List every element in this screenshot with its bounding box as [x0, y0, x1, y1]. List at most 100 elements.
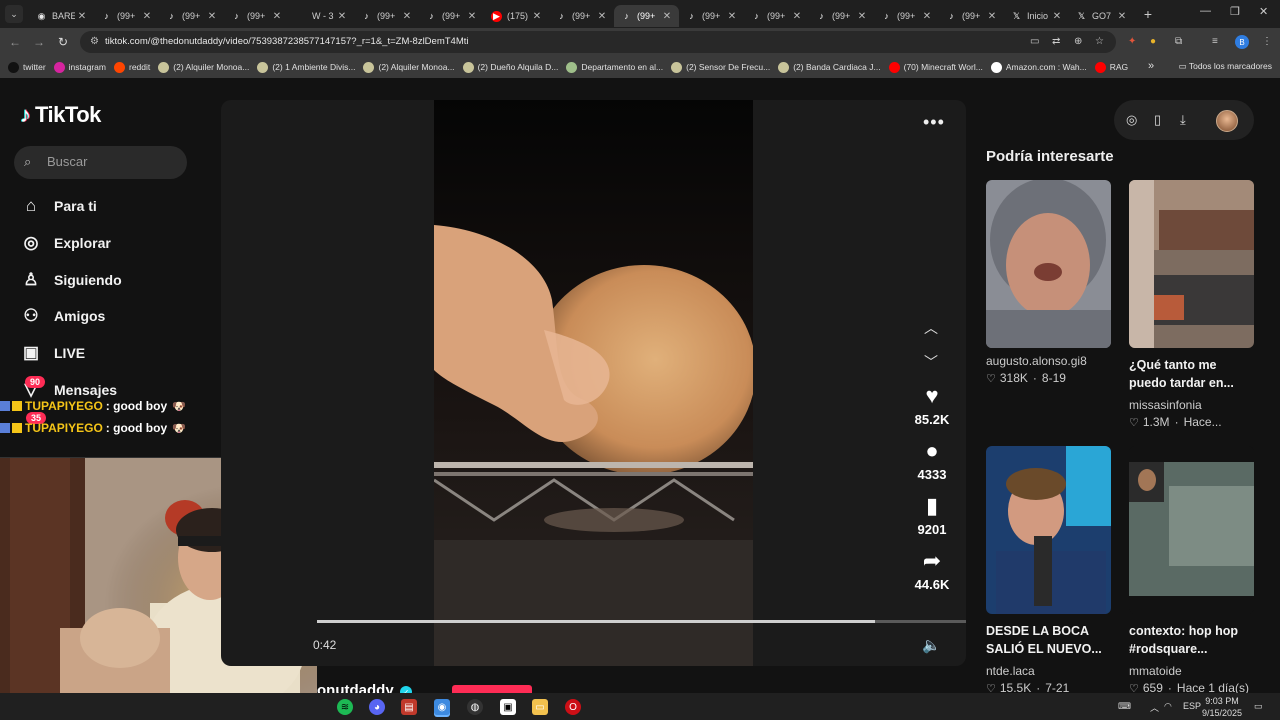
keyboard-icon[interactable]: ⌨: [1118, 701, 1131, 712]
close-tab-icon[interactable]: ✕: [270, 11, 284, 22]
omnibox[interactable]: ⚙ tiktok.com/@thedonutdaddy/video/753938…: [80, 31, 1116, 53]
bookmark-icon[interactable]: ▮: [906, 492, 958, 520]
suggestion-card[interactable]: contexto: hop hop #rodsquare... mmatoide…: [1129, 446, 1254, 695]
chrome-icon[interactable]: ◉: [434, 699, 450, 715]
close-tab-icon[interactable]: ✕: [1050, 11, 1064, 22]
bookmark-item[interactable]: Amazon.com : Wah...: [990, 61, 1087, 73]
volume-icon[interactable]: 🔈: [922, 636, 941, 654]
close-tab-icon[interactable]: ✕: [660, 11, 674, 22]
share-action[interactable]: ➦ 44.6K: [906, 547, 958, 592]
search-box[interactable]: ⌕: [14, 146, 187, 179]
more-options-icon[interactable]: •••: [923, 112, 945, 133]
browser-tab[interactable]: ♪ (99+ ✕: [614, 5, 679, 27]
network-icon[interactable]: ◠: [1164, 701, 1172, 712]
browser-tab[interactable]: ◉ BARE ✕: [29, 5, 94, 27]
search-input[interactable]: [47, 154, 177, 169]
download-icon[interactable]: ⤓: [1180, 112, 1186, 128]
suggestion-card[interactable]: augusto.alonso.gi8 ♡ 318K · 8-19: [986, 180, 1111, 385]
close-tab-icon[interactable]: ✕: [465, 11, 479, 22]
suggestion-card[interactable]: DESDE LA BOCA SALIÓ EL NUEVO... ntde.lac…: [986, 446, 1111, 695]
browser-tab[interactable]: 𝕏 GO7 ✕: [1069, 5, 1134, 27]
extensions-icon[interactable]: ⧉: [1175, 36, 1182, 47]
compass-icon[interactable]: ◎: [1126, 112, 1137, 128]
close-tab-icon[interactable]: ✕: [335, 11, 349, 22]
browser-tab[interactable]: ♪ (99+ ✕: [874, 5, 939, 27]
app-icon[interactable]: ▣: [500, 699, 516, 715]
suggestion-author[interactable]: mmatoide: [1129, 664, 1254, 678]
comment-icon[interactable]: ●: [906, 437, 958, 465]
media-controls-icon[interactable]: ≡: [1212, 36, 1218, 47]
suggestion-title[interactable]: ¿Qué tanto me puedo tardar en...: [1129, 356, 1254, 392]
close-tab-icon[interactable]: ✕: [985, 11, 999, 22]
close-tab-icon[interactable]: ✕: [205, 11, 219, 22]
nav-item-siguiendo[interactable]: ♙ Siguiendo: [20, 269, 121, 291]
close-tab-icon[interactable]: ✕: [595, 11, 609, 22]
discord-icon[interactable]: ◕: [369, 699, 385, 715]
video-progress-bar[interactable]: [317, 620, 966, 623]
clock[interactable]: 9:03 PM 9/15/2025: [1202, 696, 1242, 719]
app-icon[interactable]: ◍: [467, 699, 483, 715]
bookmark-item[interactable]: instagram: [53, 61, 106, 73]
forward-icon[interactable]: →: [27, 35, 51, 49]
nav-item-amigos[interactable]: ⚇ Amigos: [20, 305, 105, 327]
tiktok-logo[interactable]: ♪ TikTok: [20, 102, 101, 128]
previous-video-icon[interactable]: ︿: [924, 318, 938, 338]
browser-tab[interactable]: ▶ (175) ✕: [484, 5, 549, 27]
bookmark-item[interactable]: Departamento en al...: [566, 61, 663, 73]
close-tab-icon[interactable]: ✕: [140, 11, 154, 22]
file-explorer-icon[interactable]: ▭: [532, 699, 548, 715]
close-tab-icon[interactable]: ✕: [790, 11, 804, 22]
site-info-icon[interactable]: ⚙: [90, 36, 99, 47]
video-frame[interactable]: [434, 100, 753, 666]
heart-action[interactable]: ♥ 85.2K: [906, 382, 958, 427]
back-icon[interactable]: ←: [3, 35, 27, 49]
close-tab-icon[interactable]: ✕: [400, 11, 414, 22]
profile-icon[interactable]: B: [1235, 35, 1249, 49]
extension-icon[interactable]: ✦: [1128, 36, 1136, 47]
nav-item-para-ti[interactable]: ⌂ Para ti: [20, 195, 97, 217]
close-window-icon[interactable]: ✕: [1259, 5, 1268, 18]
close-tab-icon[interactable]: ✕: [725, 11, 739, 22]
device-icon[interactable]: ▯: [1154, 112, 1161, 128]
notifications-icon[interactable]: ▭: [1254, 701, 1263, 712]
suggestion-thumbnail[interactable]: [986, 446, 1111, 614]
bookmark-item[interactable]: (2) Alquiler Monoa...: [363, 61, 455, 73]
browser-tab[interactable]: ♪ (99+ ✕: [939, 5, 1004, 27]
app-icon[interactable]: ▤: [401, 699, 417, 715]
browser-tab[interactable]: ♪ (99+ ✕: [419, 5, 484, 27]
bookmark-item[interactable]: (2) Sensor De Frecu...: [671, 61, 770, 73]
close-tab-icon[interactable]: ✕: [530, 11, 544, 22]
menu-kebab-icon[interactable]: ⋮: [1262, 36, 1272, 47]
tray-up-icon[interactable]: ︿: [1150, 701, 1159, 714]
lang-indicator[interactable]: ESP: [1183, 701, 1201, 711]
translate-icon[interactable]: ⇄: [1052, 36, 1060, 47]
suggestion-thumbnail[interactable]: [986, 180, 1111, 348]
close-tab-icon[interactable]: ✕: [920, 11, 934, 22]
browser-tab[interactable]: ♪ (99+ ✕: [94, 5, 159, 27]
bookmark-item[interactable]: (2) Dueño Alquila D...: [462, 61, 558, 73]
bookmark-item[interactable]: (2) Alquiler Monoa...: [158, 61, 249, 73]
suggestion-title[interactable]: contexto: hop hop #rodsquare...: [1129, 622, 1254, 658]
restore-icon[interactable]: ❐: [1230, 5, 1240, 18]
new-tab-button[interactable]: +: [1138, 6, 1158, 22]
close-tab-icon[interactable]: ✕: [75, 11, 89, 22]
suggestion-thumbnail[interactable]: [1129, 446, 1254, 614]
minimize-icon[interactable]: —: [1200, 5, 1211, 17]
close-tab-icon[interactable]: ✕: [855, 11, 869, 22]
suggestion-title[interactable]: DESDE LA BOCA SALIÓ EL NUEVO...: [986, 622, 1111, 658]
opera-icon[interactable]: O: [565, 699, 581, 715]
suggestion-card[interactable]: ¿Qué tanto me puedo tardar en... missasi…: [1129, 180, 1254, 429]
suggestion-thumbnail[interactable]: [1129, 180, 1254, 348]
browser-tab[interactable]: ♪ (99+ ✕: [549, 5, 614, 27]
browser-tab[interactable]: ♪ (99+ ✕: [809, 5, 874, 27]
bookmark-star-icon[interactable]: ☆: [1095, 36, 1104, 47]
close-tab-icon[interactable]: ✕: [1115, 11, 1129, 22]
browser-tab[interactable]: ♪ (99+ ✕: [679, 5, 744, 27]
next-video-icon[interactable]: ﹀: [924, 352, 938, 372]
profile-avatar[interactable]: [1216, 110, 1238, 132]
bookmark-item[interactable]: (2) Banda Cardiaca J...: [778, 61, 881, 73]
video-player[interactable]: [221, 100, 966, 666]
all-bookmarks[interactable]: ▭ Todos los marcadores: [1179, 61, 1272, 72]
share-icon[interactable]: ➦: [906, 547, 958, 575]
cast-icon[interactable]: ▭: [1030, 36, 1039, 47]
